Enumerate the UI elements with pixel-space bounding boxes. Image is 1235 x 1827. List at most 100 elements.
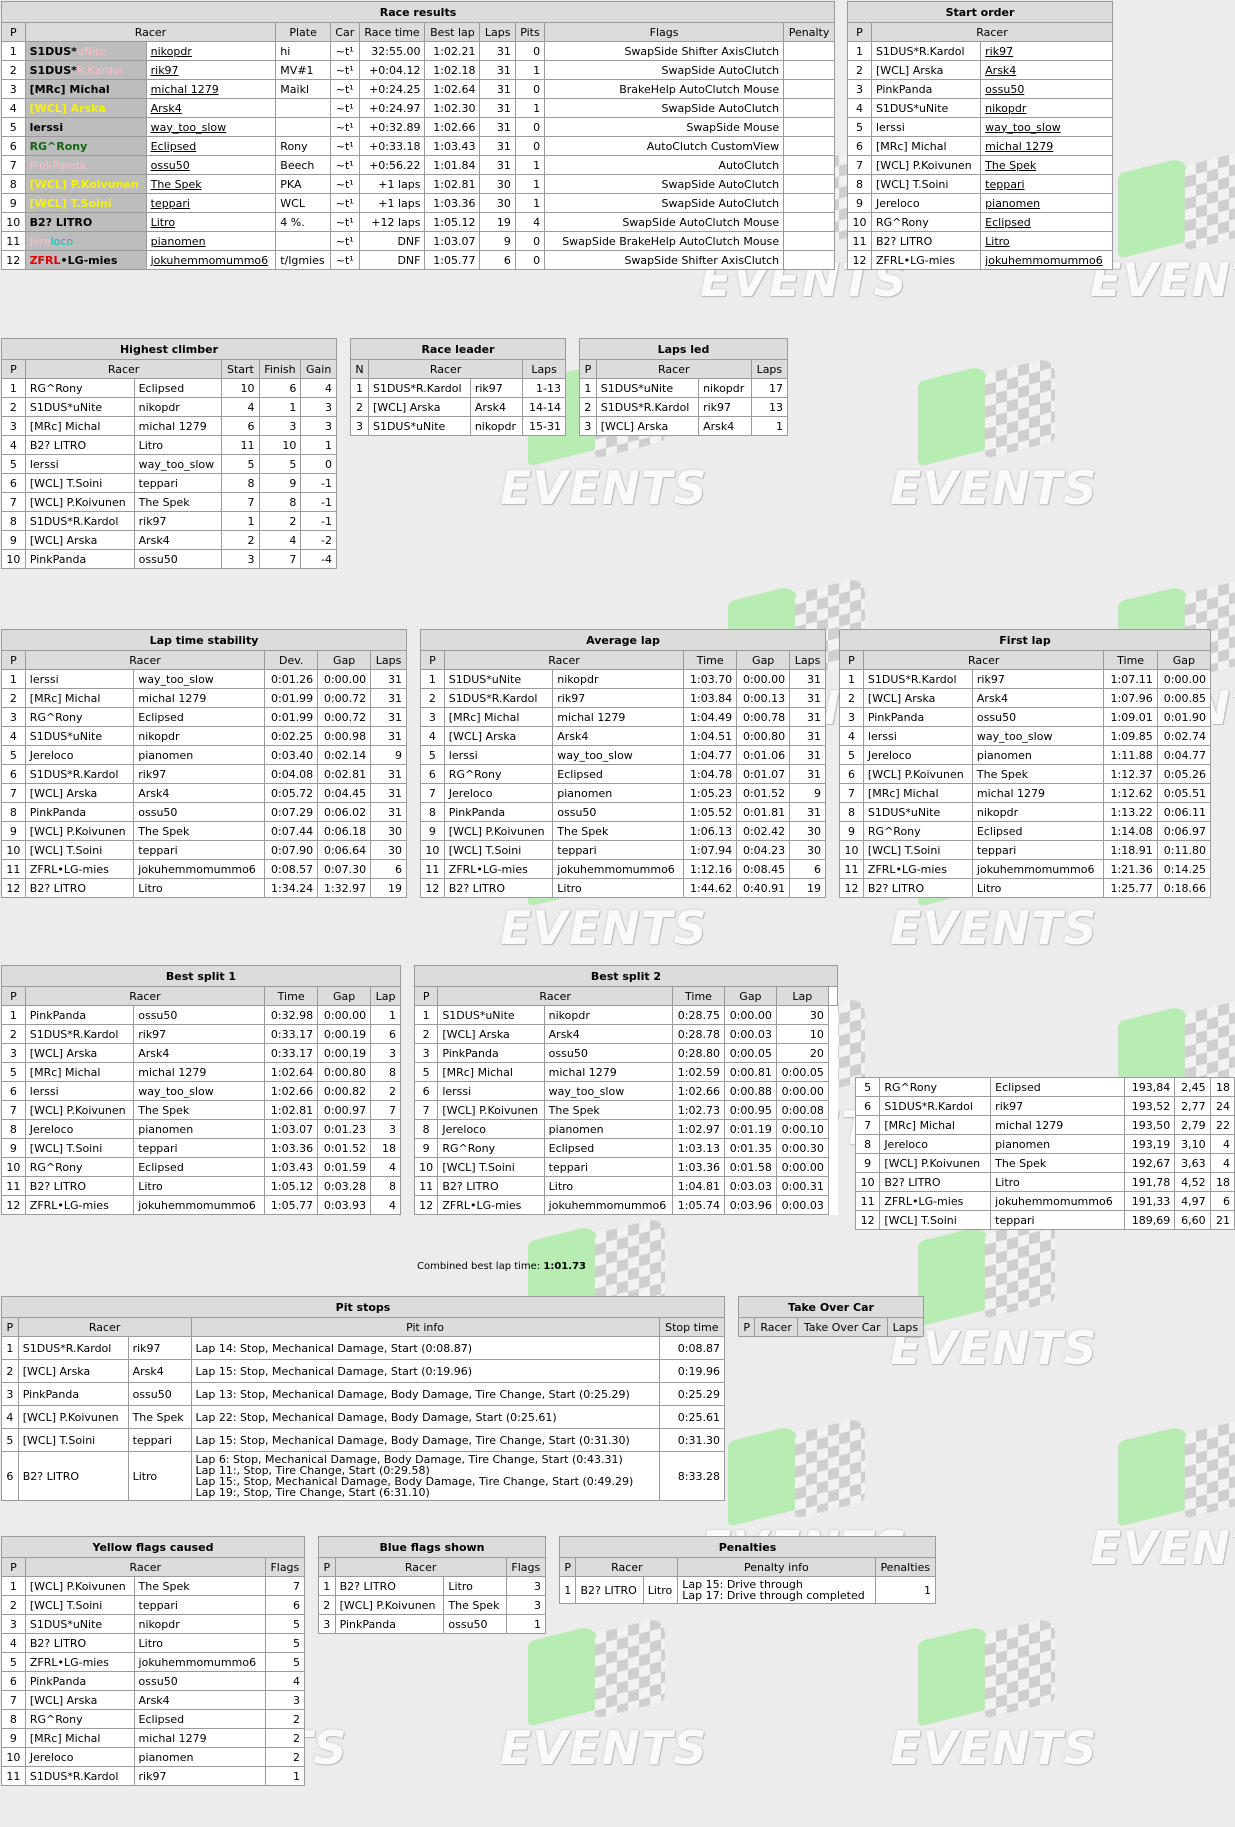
user-link[interactable]: michal 1279 xyxy=(980,136,1113,156)
stop-time-cell: 0:25.61 xyxy=(658,1405,726,1429)
user-link[interactable]: ossu50 xyxy=(145,155,277,175)
position-cell: 12 xyxy=(420,878,445,898)
table-row: 1 S1DUS*R.Kardol rik97 Lap 14: Stop, Mechan… xyxy=(1,1336,726,1360)
checkered-flag-icon xyxy=(1185,1416,1235,1519)
pit-stops-table: Pit stops P Racer Pit info Stop time 1 S1… xyxy=(1,1296,726,1501)
racer-name-cell: [MRc] Michal xyxy=(443,707,554,727)
user-link[interactable]: Litro xyxy=(980,231,1113,251)
racer-name-cell: S1DUS*uNite xyxy=(595,378,700,398)
user-cell: Eclipsed xyxy=(133,1157,266,1177)
value-cell: 0:33.17 xyxy=(264,1024,319,1044)
position-cell: 9 xyxy=(413,1138,439,1158)
user-link[interactable]: Arsk4 xyxy=(980,60,1113,80)
position-cell: 1 xyxy=(350,378,369,398)
flags-cell: SwapSide AutoClutch xyxy=(544,174,785,194)
value-cell: 9 xyxy=(258,473,302,493)
col-header: P xyxy=(737,1317,756,1337)
table-row: 2 S1DUS*uNite nikopdr 4 1 3 xyxy=(1,397,337,417)
laps-cell: 6 xyxy=(479,250,516,270)
col-header: Laps xyxy=(789,650,826,670)
user-link[interactable]: jokuhemmomummo6 xyxy=(145,250,277,270)
col-header: Stop time xyxy=(658,1317,726,1337)
user-link[interactable]: jokuhemmomummo6 xyxy=(980,250,1113,270)
user-link[interactable]: rik97 xyxy=(980,41,1113,61)
racer-name-cell: PinkPanda xyxy=(17,1382,129,1406)
table-row: 11 ZFRL•LG-mies jokuhemmomummo6 191,33 4,97 6 xyxy=(854,1191,1235,1211)
race-time-cell: 32:55.00 xyxy=(358,41,426,61)
user-link[interactable]: michal 1279 xyxy=(145,79,277,99)
car-cell: ~t¹ xyxy=(329,250,360,270)
user-link[interactable]: teppari xyxy=(145,193,277,213)
laps-led-title: Laps led xyxy=(579,338,788,360)
user-link[interactable]: way_too_slow xyxy=(145,117,277,137)
value-cell: 6 xyxy=(1209,1191,1235,1211)
user-link[interactable]: pianomen xyxy=(980,193,1113,213)
user-link[interactable]: nikopdr xyxy=(980,98,1113,118)
user-link[interactable]: ossu50 xyxy=(980,79,1113,99)
laps-cell: 31 xyxy=(479,117,516,137)
user-link[interactable]: Eclipsed xyxy=(980,212,1113,232)
value-cell: 4,52 xyxy=(1174,1172,1211,1192)
racer-name-cell: PinkPanda xyxy=(24,1671,135,1691)
user-link[interactable]: Eclipsed xyxy=(145,136,277,156)
start-order-title: Start order xyxy=(847,1,1113,23)
value-cell: 21 xyxy=(1209,1210,1235,1230)
table-row: 8 PinkPanda ossu50 1:05.52 0:01.81 31 xyxy=(420,802,826,822)
user-cell: The Spek xyxy=(543,1100,674,1120)
user-link[interactable]: The Spek xyxy=(145,174,277,194)
green-flag-icon xyxy=(528,1624,598,1727)
lap-stability-title: Lap time stability xyxy=(1,629,407,651)
col-header: P xyxy=(558,1557,577,1577)
racer-name-cell: [WCL] Arska xyxy=(24,530,135,550)
table-row: 6 RG^Rony Eclipsed 1:04.78 0:01.07 31 xyxy=(420,764,826,784)
pits-cell: 4 xyxy=(514,212,546,232)
position-cell: 7 xyxy=(839,783,864,803)
racer-name-cell: B2? LITRO xyxy=(870,231,982,251)
laps-cell: 31 xyxy=(479,41,516,61)
user-cell: jokuhemmomummo6 xyxy=(543,1195,674,1215)
user-link[interactable]: Arsk4 xyxy=(145,98,277,118)
best-lap-cell: 1:02.30 xyxy=(424,98,481,118)
user-link[interactable]: The Spek xyxy=(980,155,1113,175)
user-link[interactable]: Litro xyxy=(145,212,277,232)
user-link[interactable]: pianomen xyxy=(145,231,277,251)
position-cell: 8 xyxy=(1,1709,26,1729)
user-link[interactable]: way_too_slow xyxy=(980,117,1113,137)
racer-name-part: Rony xyxy=(56,139,88,153)
racer-name-cell: ZFRL•LG-mies xyxy=(24,1195,135,1215)
position-cell: 6 xyxy=(420,764,445,784)
laps-led-panel: Laps led P Racer Laps 1 S1DUS*uNite nikopd… xyxy=(579,338,789,436)
pits-cell: 0 xyxy=(514,136,546,156)
position-cell: 2 xyxy=(579,397,597,417)
user-link[interactable]: teppari xyxy=(980,174,1113,194)
laps-cell: 31 xyxy=(479,136,516,156)
position-cell: 3 xyxy=(1,1043,26,1063)
racer-name-part: uNite xyxy=(76,44,107,58)
user-link[interactable]: nikopdr xyxy=(145,41,277,61)
value-cell: 5 xyxy=(221,454,260,474)
best-split-1-panel: Best split 1 P Racer Time Gap Lap 1 PinkP… xyxy=(1,965,401,1215)
racer-name-cell: S1DUS*R.Kardol xyxy=(17,1336,129,1360)
racer-name-cell: [MRc] Michal xyxy=(879,1115,992,1135)
position-cell: 4 xyxy=(1,435,26,455)
value-cell: 0:05.51 xyxy=(1156,783,1212,803)
col-header: Gap xyxy=(1156,650,1212,670)
user-cell: ossu50 xyxy=(552,802,685,822)
value-cell: 0 xyxy=(300,454,337,474)
value-cell: 0:01.26 xyxy=(264,669,319,689)
value-cell: 0:00.00 xyxy=(317,1005,372,1025)
table-row: 7 [WCL] P.Koivunen The Spek xyxy=(847,155,1113,175)
position-cell: 3 xyxy=(1,79,26,99)
race-time-cell: DNF xyxy=(358,231,426,251)
plate-cell: PKA xyxy=(275,174,331,194)
value-cell: 1:34.24 xyxy=(264,878,319,898)
value-cell: -1 xyxy=(300,492,337,512)
racer-name-cell: S1DUS*uNite xyxy=(367,416,471,436)
value-cell: 1:02.59 xyxy=(672,1062,725,1082)
user-cell: jokuhemmomummo6 xyxy=(133,1652,266,1672)
value-cell: 1:05.77 xyxy=(264,1195,319,1215)
user-cell: rik97 xyxy=(133,1766,266,1786)
col-header: P xyxy=(839,650,864,670)
user-link[interactable]: rik97 xyxy=(145,60,277,80)
penalty-cell xyxy=(783,60,835,80)
